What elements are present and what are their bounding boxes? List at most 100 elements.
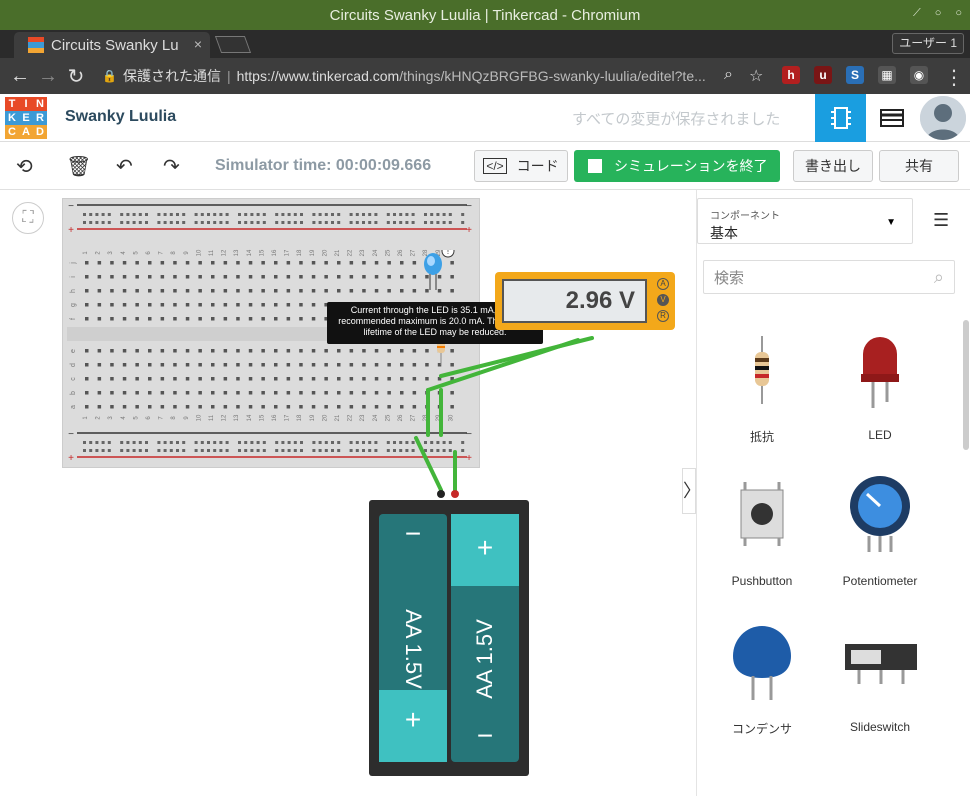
table-icon [879,109,904,127]
user-avatar[interactable] [920,96,966,140]
bookmark-star-icon[interactable]: ☆ [749,66,763,86]
stop-simulation-label: シミュレーションを終了 [614,158,768,174]
cell-1-label: AA 1.5V [401,609,427,689]
search-placeholder: 検索 [714,269,745,287]
resistor-icon [755,336,769,404]
component-capacitor[interactable]: コンデンサ [703,608,821,736]
ublock-icon[interactable]: u [814,66,832,84]
tab-title: Circuits Swanky Lu [51,36,179,54]
window-titlebar: Circuits Swanky Luulia | Tinkercad - Chr… [0,0,970,30]
battery-pack[interactable]: − AA 1.5V + + AA 1.5V − [369,500,529,776]
undo-icon[interactable]: ↶ [116,154,133,179]
stop-simulation-button[interactable]: シミュレーションを終了 [574,150,780,182]
component-label: Slideswitch [849,720,911,734]
new-tab-button[interactable] [214,36,252,53]
close-window-icon[interactable]: ○ [955,7,962,20]
search-icon: ⌕ [933,267,944,287]
code-button[interactable]: </> コード [474,150,568,182]
menu-kebab-icon[interactable]: ⋮ [940,65,968,90]
share-button[interactable]: 共有 [879,150,959,182]
circuit-canvas[interactable]: ⛶ 1 1 2 2 3 3 4 4 5 5 6 6 7 7 8 8 9 9 10 10 11 11 12 12 13 13 14 14… [0,190,682,796]
component-label: コンデンサ [731,722,792,736]
url-host: https://www.tinkercad.com [236,68,400,84]
code-icon: </> [483,158,507,174]
tab-close-icon[interactable]: × [194,36,202,52]
list-view-icon[interactable]: ☰ [933,210,949,231]
logo-letter: N [33,97,47,111]
separator: | [226,68,231,84]
component-resistor[interactable]: 抵抗 [703,316,821,444]
cell-2-label: AA 1.5V [472,619,498,699]
qr-extension-icon[interactable]: ▦ [878,66,896,84]
component-led[interactable]: LED [821,316,939,444]
stop-icon [588,159,602,173]
capacitor-icon [733,626,791,700]
minimize-icon[interactable]: ⟋ [913,7,921,20]
component-list-button[interactable] [866,94,917,142]
led-icon [861,337,899,408]
reload-icon[interactable]: ↻ [62,64,90,89]
logo-letter: R [33,111,47,125]
chat-extension-icon[interactable]: ◉ [910,66,928,84]
component-search-input[interactable]: 検索 ⌕ [703,260,955,294]
cell-1-plus: + [404,704,422,735]
tab-strip: Circuits Swanky Lu × ユーザー 1 [0,30,970,58]
component-pushbutton[interactable]: Pushbutton [703,462,821,590]
maximize-icon[interactable]: ○ [935,7,942,20]
navigation-bar: ← → ↻ 🔒 保護された通信 | https://www.tinkercad.… [0,58,970,94]
browser-tab[interactable]: Circuits Swanky Lu × [14,32,210,58]
component-label: 抵抗 [749,430,774,444]
logo-letter: A [19,125,33,139]
tinkercad-favicon-icon [28,37,44,53]
circuit-toolbar: ⟲ 🗑 ↶ ↷ Simulator time: 00:00:09.666 </>… [0,142,970,190]
profile-button[interactable]: ユーザー 1 [892,33,964,54]
s-extension-icon[interactable]: S [846,66,864,84]
collapse-panel-button[interactable]: 〉 [682,468,701,514]
multimeter[interactable]: 2.96 V A V R [495,272,675,330]
url-path: /things/kHNQzBRGFBG-swanky-luulia/editel… [399,68,706,84]
forward-icon[interactable]: → [34,65,62,88]
zoom-icon[interactable]: ⌕ [724,66,733,84]
back-icon[interactable]: ← [6,65,34,88]
logo-letter: K [5,111,19,125]
component-potentiometer[interactable]: Potentiometer [821,462,939,590]
category-value: 基本 [710,225,738,241]
window-title: Circuits Swanky Luulia | Tinkercad - Chr… [329,6,641,24]
rotate-icon[interactable]: ⟲ [16,154,33,179]
battery-cell-2: + AA 1.5V − [451,514,519,762]
save-status: すべての変更が保存されました [572,111,781,128]
cell-1-minus: − [404,518,422,549]
schematic-view-button[interactable] [815,94,866,142]
logo-letter: I [19,97,33,111]
export-button[interactable]: 書き出し [793,150,873,182]
simulator-time: Simulator time: 00:00:09.666 [215,157,432,174]
redo-icon[interactable]: ↷ [163,154,180,179]
meter-mode-v[interactable]: V [657,294,669,306]
component-label: LED [868,428,892,442]
secure-label: 保護された通信 [122,68,221,84]
led-component[interactable]: ! [420,250,460,300]
address-bar[interactable]: 🔒 保護された通信 | https://www.tinkercad.com /t… [96,63,774,89]
lock-icon: 🔒 [102,69,117,83]
components-panel: コンポーネント 基本 ▼ ☰ 検索 ⌕ 抵抗 LED Pushbutton Po… [696,190,970,796]
slideswitch-icon [845,644,917,684]
cell-1-label-wrap: AA 1.5V [379,604,447,694]
battery-negative-terminal[interactable] [437,490,445,498]
component-category-select[interactable]: コンポーネント 基本 ▼ [697,198,913,244]
trash-icon[interactable]: 🗑 [66,154,91,179]
logo-letter: T [5,97,19,111]
meter-mode-a[interactable]: A [657,278,669,290]
pushbutton-icon [740,482,784,546]
logo-letter: C [5,125,19,139]
panel-scrollbar[interactable] [963,320,969,450]
h-extension-icon[interactable]: h [782,66,800,84]
logo-letter: D [33,125,47,139]
tinkercad-logo[interactable]: TINKERCAD [5,97,47,139]
cell-2-minus: − [476,720,494,751]
project-name[interactable]: Swanky Luulia [65,108,176,126]
component-slideswitch[interactable]: Slideswitch [821,608,939,736]
meter-mode-r[interactable]: R [657,310,669,322]
category-caption: コンポーネント [710,211,780,222]
cell-2-plus: + [476,532,494,563]
battery-positive-terminal[interactable] [451,490,459,498]
